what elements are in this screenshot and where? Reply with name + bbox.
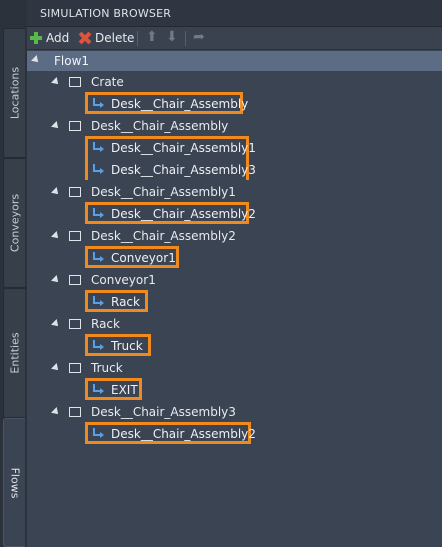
node-box-icon: [69, 121, 81, 131]
tree-child-label: Desk__Chair_Assembly2: [111, 207, 256, 221]
delete-button-label: Delete: [95, 31, 135, 45]
tree-node-label: Desk__Chair_Assembly2: [91, 229, 236, 243]
tree-node-label: Desk__Chair_Assembly: [91, 119, 229, 133]
tree-node-child[interactable]: Desk__Chair_Assembly1: [88, 139, 256, 161]
expand-triangle-icon[interactable]: [51, 187, 61, 197]
add-button-label: Add: [46, 31, 70, 45]
tree-node-child[interactable]: Conveyor1: [85, 246, 179, 268]
delete-x-icon: [79, 32, 91, 44]
panel-title: SIMULATION BROWSER: [40, 7, 172, 20]
move-down-icon[interactable]: ⬇: [166, 29, 178, 45]
tree-child-label: Conveyor1: [111, 251, 176, 265]
panel-header: SIMULATION BROWSER: [27, 0, 442, 27]
tree-root-flow1[interactable]: Flow1: [27, 51, 442, 71]
flow-arrow-icon: [92, 428, 104, 439]
expand-triangle-icon[interactable]: [51, 363, 61, 373]
node-box-icon: [69, 187, 81, 197]
tree-node-label: Rack: [91, 317, 120, 331]
expand-triangle-icon[interactable]: [51, 319, 61, 329]
tree-node-child[interactable]: Desk__Chair_Assembly2: [85, 422, 256, 444]
flow-arrow-icon: [92, 296, 104, 307]
flow-arrow-icon: [92, 98, 104, 109]
tab-conveyors-label: Conveyors: [8, 193, 21, 253]
tree-node-child[interactable]: Truck: [85, 334, 151, 356]
tree-child-label: Desk__Chair_Assembly1: [111, 141, 256, 155]
flow-arrow-icon: [92, 384, 104, 395]
flow-tree: Flow1 Crate Desk__Chair_Assembly Desk__C…: [27, 51, 442, 547]
tree-node-child[interactable]: Rack: [85, 290, 148, 312]
flow-arrow-icon: [92, 252, 104, 263]
tree-node-label: Crate: [91, 75, 124, 89]
plus-icon: [30, 32, 42, 44]
tree-child-label: Truck: [111, 339, 143, 353]
expand-triangle-icon[interactable]: [31, 55, 41, 65]
tree-node-child[interactable]: Desk__Chair_Assembly3: [88, 161, 256, 183]
vertical-tab-strip: Locations Conveyors Entities Flows: [0, 0, 27, 547]
node-box-icon: [69, 77, 81, 87]
delete-button[interactable]: Delete: [79, 30, 134, 46]
tab-locations-label: Locations: [8, 66, 21, 120]
node-box-icon: [69, 407, 81, 417]
flow-arrow-icon: [92, 142, 104, 153]
node-box-icon: [69, 363, 81, 373]
toolbar-separator: [137, 31, 138, 46]
tree-node-label: Conveyor1: [91, 273, 156, 287]
tab-entities[interactable]: Entities: [3, 288, 25, 418]
flow-arrow-icon: [92, 208, 104, 219]
tree-node-child[interactable]: Desk__Chair_Assembly2: [85, 202, 256, 224]
flow-arrow-icon: [92, 340, 104, 351]
tree-node-child[interactable]: EXIT: [85, 378, 142, 400]
redirect-arrow-icon[interactable]: ➦: [193, 29, 205, 45]
tab-flows[interactable]: Flows: [3, 418, 25, 547]
node-box-icon: [69, 231, 81, 241]
tree-node-child[interactable]: Desk__Chair_Assembly: [85, 92, 248, 114]
tab-locations[interactable]: Locations: [3, 28, 25, 158]
move-up-icon[interactable]: ⬆: [146, 29, 158, 45]
node-box-icon: [69, 275, 81, 285]
flow-arrow-icon: [92, 164, 104, 175]
tree-node-label: Desk__Chair_Assembly1: [91, 185, 236, 199]
tree-child-group: Desk__Chair_Assembly1 Desk__Chair_Assemb…: [85, 136, 256, 183]
expand-triangle-icon[interactable]: [51, 77, 61, 87]
tree-child-label: Desk__Chair_Assembly3: [111, 163, 256, 177]
tab-entities-label: Entities: [8, 332, 21, 374]
add-button[interactable]: Add: [30, 30, 69, 46]
expand-triangle-icon[interactable]: [51, 231, 61, 241]
expand-triangle-icon[interactable]: [51, 275, 61, 285]
tree-child-label: Desk__Chair_Assembly: [111, 97, 249, 111]
tab-conveyors[interactable]: Conveyors: [3, 158, 25, 288]
tree-child-label: Desk__Chair_Assembly2: [111, 427, 256, 441]
tree-child-label: EXIT: [111, 383, 138, 397]
expand-triangle-icon[interactable]: [51, 121, 61, 131]
tree-child-label: Rack: [111, 295, 140, 309]
tab-flows-label: Flows: [8, 467, 21, 498]
tree-node-label: Desk__Chair_Assembly3: [91, 405, 236, 419]
node-box-icon: [69, 319, 81, 329]
expand-triangle-icon[interactable]: [51, 407, 61, 417]
toolbar: Add Delete ⬆ ⬇ ➦: [27, 27, 442, 50]
toolbar-separator: [185, 31, 186, 46]
tree-node-label: Truck: [91, 361, 123, 375]
tree-root-label: Flow1: [54, 54, 90, 68]
